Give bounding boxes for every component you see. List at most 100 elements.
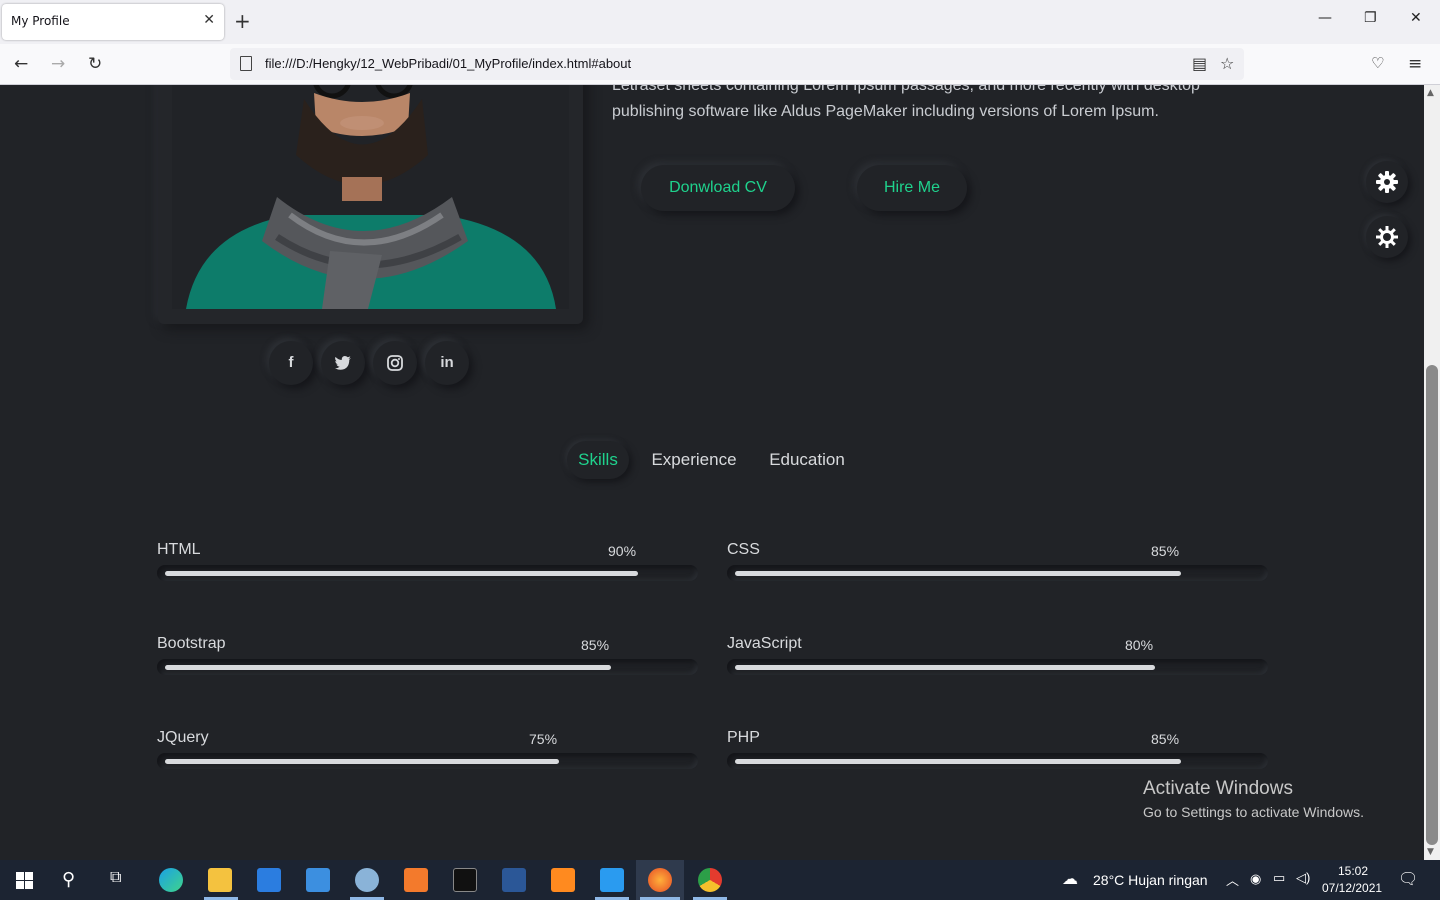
skill-javascript: JavaScript 80% (727, 635, 1268, 695)
skill-percent: 75% (529, 731, 558, 747)
skill-progress-fill (165, 571, 638, 576)
notification-icon[interactable]: 🗨 (1398, 869, 1418, 889)
xampp-icon[interactable] (404, 868, 428, 892)
minimize-icon[interactable]: — (1318, 10, 1332, 26)
skill-progress-fill (735, 665, 1155, 670)
tab-experience[interactable]: Experience (645, 441, 743, 479)
about-line-2: publishing software like Aldus PageMaker… (612, 103, 1159, 120)
search-icon[interactable]: ⚲ (62, 869, 75, 890)
meet-now-icon[interactable]: ◉ (1250, 871, 1261, 887)
skill-percent: 85% (1151, 543, 1180, 559)
restore-icon[interactable]: ❐ (1364, 10, 1377, 26)
skill-progress-fill (735, 571, 1181, 576)
store-icon[interactable] (257, 868, 281, 892)
skill-percent: 90% (608, 543, 637, 559)
browser-nav-bar: ← → ↻ file:///D:/Hengky/12_WebPribadi/01… (0, 44, 1440, 85)
scrollbar-thumb[interactable] (1426, 365, 1438, 845)
firefox-active-tile[interactable] (636, 860, 684, 900)
clock-date[interactable]: 07/12/2021 (1322, 881, 1382, 895)
reader-view-icon[interactable]: ▤ (1192, 54, 1207, 73)
skill-percent: 80% (1125, 637, 1154, 653)
activate-windows-subtitle: Go to Settings to activate Windows. (1143, 804, 1364, 820)
tab-skills[interactable]: Skills (567, 441, 629, 479)
scroll-up-icon[interactable]: ▲ (1427, 88, 1434, 98)
cloud-rain-icon: ☁ (1062, 871, 1078, 888)
facebook-icon: f (288, 354, 294, 371)
terminal-icon[interactable] (453, 868, 477, 892)
file-icon (240, 56, 252, 71)
skill-progress-track (727, 659, 1268, 675)
page-scrollbar[interactable]: ▲ ▼ (1424, 85, 1440, 860)
skill-jquery: JQuery 75% (157, 729, 698, 789)
menu-icon[interactable]: ≡ (1408, 54, 1422, 74)
page-viewport: Letraset sheets containing Lorem Ipsum p… (0, 85, 1424, 860)
profile-photo-image (172, 85, 569, 309)
word-icon[interactable] (502, 868, 526, 892)
browser-tab[interactable]: My Profile ✕ (2, 4, 224, 40)
settings-button[interactable] (1366, 161, 1408, 203)
skill-progress-track (727, 753, 1268, 769)
activate-windows-watermark: Activate Windows Go to Settings to activ… (1143, 778, 1364, 820)
skill-percent: 85% (581, 637, 610, 653)
windows-taskbar: ⚲ ⧉ ☁ 28°C Hujan ringan ︿ ◉ ▭ ◁) 15:02 0… (0, 860, 1440, 900)
skill-bootstrap: Bootstrap 85% (157, 635, 698, 695)
twitter-button[interactable] (321, 341, 365, 385)
scroll-down-icon[interactable]: ▼ (1427, 847, 1434, 857)
gear-icon (1376, 171, 1398, 193)
skill-progress-fill (165, 665, 611, 670)
edge-icon[interactable] (159, 868, 183, 892)
skill-name: HTML (157, 541, 201, 558)
bookmark-star-icon[interactable]: ☆ (1220, 54, 1234, 73)
skill-progress-fill (735, 759, 1181, 764)
skill-name: JQuery (157, 729, 209, 746)
forward-icon[interactable]: → (51, 54, 65, 74)
browser-tab-bar: My Profile ✕ + — ❐ ✕ (0, 0, 1440, 44)
windows-start-icon[interactable] (16, 872, 33, 889)
network-icon[interactable]: ▭ (1273, 870, 1285, 886)
chrome-icon[interactable] (698, 868, 722, 892)
url-text[interactable]: file:///D:/Hengky/12_WebPribadi/01_MyPro… (265, 56, 631, 71)
skill-name: PHP (727, 729, 760, 746)
about-line-1: Letraset sheets containing Lorem Ipsum p… (612, 85, 1200, 94)
skill-name: CSS (727, 541, 760, 558)
twitter-icon (335, 356, 351, 370)
close-window-icon[interactable]: ✕ (1410, 10, 1422, 26)
chevron-up-icon[interactable]: ︿ (1226, 870, 1239, 889)
mail-icon[interactable] (306, 868, 330, 892)
about-text: Letraset sheets containing Lorem Ipsum p… (612, 85, 1252, 125)
tab-education[interactable]: Education (762, 441, 852, 479)
pocket-icon[interactable]: ♡ (1371, 54, 1384, 72)
skill-css: CSS 85% (727, 541, 1268, 601)
skill-progress-track (727, 565, 1268, 581)
skill-name: JavaScript (727, 635, 802, 652)
facebook-button[interactable]: f (269, 341, 313, 385)
back-icon[interactable]: ← (14, 54, 28, 74)
firefox-icon (648, 868, 672, 892)
skill-progress-track (157, 659, 698, 675)
instagram-icon (387, 355, 403, 371)
new-tab-button[interactable]: + (234, 9, 251, 33)
clock-time[interactable]: 15:02 (1338, 864, 1368, 878)
weather-text[interactable]: 28°C Hujan ringan (1093, 872, 1208, 888)
file-explorer-icon[interactable] (208, 868, 232, 892)
skill-name: Bootstrap (157, 635, 226, 652)
theme-toggle-button[interactable] (1366, 216, 1408, 258)
url-bar[interactable]: file:///D:/Hengky/12_WebPribadi/01_MyPro… (230, 48, 1244, 80)
paint-icon[interactable] (355, 868, 379, 892)
skill-progress-fill (165, 759, 559, 764)
sublime-text-icon[interactable] (551, 868, 575, 892)
tab-title: My Profile (11, 14, 70, 28)
volume-icon[interactable]: ◁) (1296, 870, 1310, 886)
vscode-icon[interactable] (600, 868, 624, 892)
reload-icon[interactable]: ↻ (88, 54, 102, 74)
skill-html: HTML 90% (157, 541, 698, 601)
download-cv-button[interactable]: Donwload CV (641, 165, 795, 211)
close-tab-icon[interactable]: ✕ (203, 12, 215, 28)
linkedin-button[interactable]: in (425, 341, 469, 385)
instagram-button[interactable] (373, 341, 417, 385)
profile-photo-frame (158, 85, 583, 324)
profile-photo (172, 85, 569, 309)
sun-icon (1376, 226, 1398, 248)
hire-me-button[interactable]: Hire Me (857, 165, 967, 211)
task-view-icon[interactable]: ⧉ (110, 869, 121, 887)
